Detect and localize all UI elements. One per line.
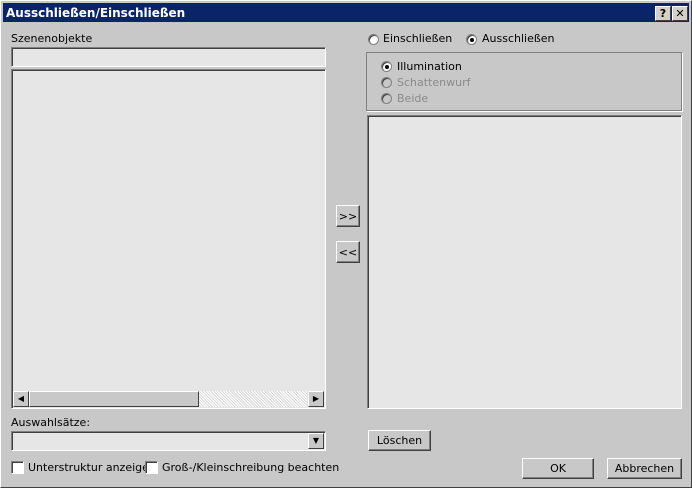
scene-objects-list[interactable]: ◀ ▶ (11, 69, 326, 409)
scroll-right-button[interactable]: ▶ (308, 391, 324, 407)
ok-button[interactable]: OK (522, 458, 594, 479)
scroll-track[interactable] (199, 391, 307, 407)
arrow-left-icon: ◀ (17, 394, 25, 403)
dialog-title: Ausschließen/Einschließen (6, 5, 186, 20)
scene-filter-input[interactable] (11, 47, 326, 67)
add-to-list-button[interactable]: >> (336, 205, 360, 227)
scroll-thumb[interactable] (29, 391, 199, 407)
cancel-button[interactable]: Abbrechen (607, 458, 682, 479)
show-substructure-checkbox[interactable] (11, 461, 24, 474)
case-sensitive-label: Groß-/Kleinschreibung beachten (162, 461, 340, 474)
dropdown-button[interactable]: ▼ (308, 433, 324, 449)
horizontal-scrollbar[interactable]: ◀ ▶ (13, 391, 324, 407)
selection-sets-dropdown[interactable]: ▼ (11, 431, 326, 451)
show-substructure-label: Unterstruktur anzeigen (28, 461, 156, 474)
help-button[interactable]: ? (655, 6, 671, 21)
title-bar[interactable]: Ausschließen/Einschließen ? ✕ (3, 3, 689, 22)
close-icon: ✕ (675, 7, 685, 20)
remove-from-list-button[interactable]: << (336, 241, 360, 263)
illumination-radio[interactable] (381, 61, 392, 72)
scroll-left-button[interactable]: ◀ (13, 391, 29, 407)
clear-button[interactable]: Löschen (368, 430, 431, 451)
illumination-label: Illumination (397, 60, 462, 73)
include-radio[interactable] (368, 34, 379, 45)
excluded-objects-list[interactable] (367, 115, 682, 409)
exclude-radio[interactable] (466, 34, 477, 45)
dialog-window: Ausschließen/Einschließen ? ✕ Szenenobje… (0, 0, 692, 488)
shadow-label: Schattenwurf (397, 76, 471, 89)
case-sensitive-checkbox[interactable] (145, 461, 158, 474)
scene-objects-label: Szenenobjekte (11, 32, 93, 45)
close-button[interactable]: ✕ (672, 6, 688, 21)
chevron-down-icon: ▼ (312, 436, 320, 445)
arrow-right-icon: ▶ (312, 394, 320, 403)
both-label: Beide (397, 92, 429, 105)
include-label: Einschließen (383, 32, 453, 45)
both-radio[interactable] (381, 93, 392, 104)
shadow-radio[interactable] (381, 77, 392, 88)
exclude-label: Ausschließen (482, 32, 555, 45)
selection-sets-label: Auswahlsätze: (11, 416, 91, 429)
